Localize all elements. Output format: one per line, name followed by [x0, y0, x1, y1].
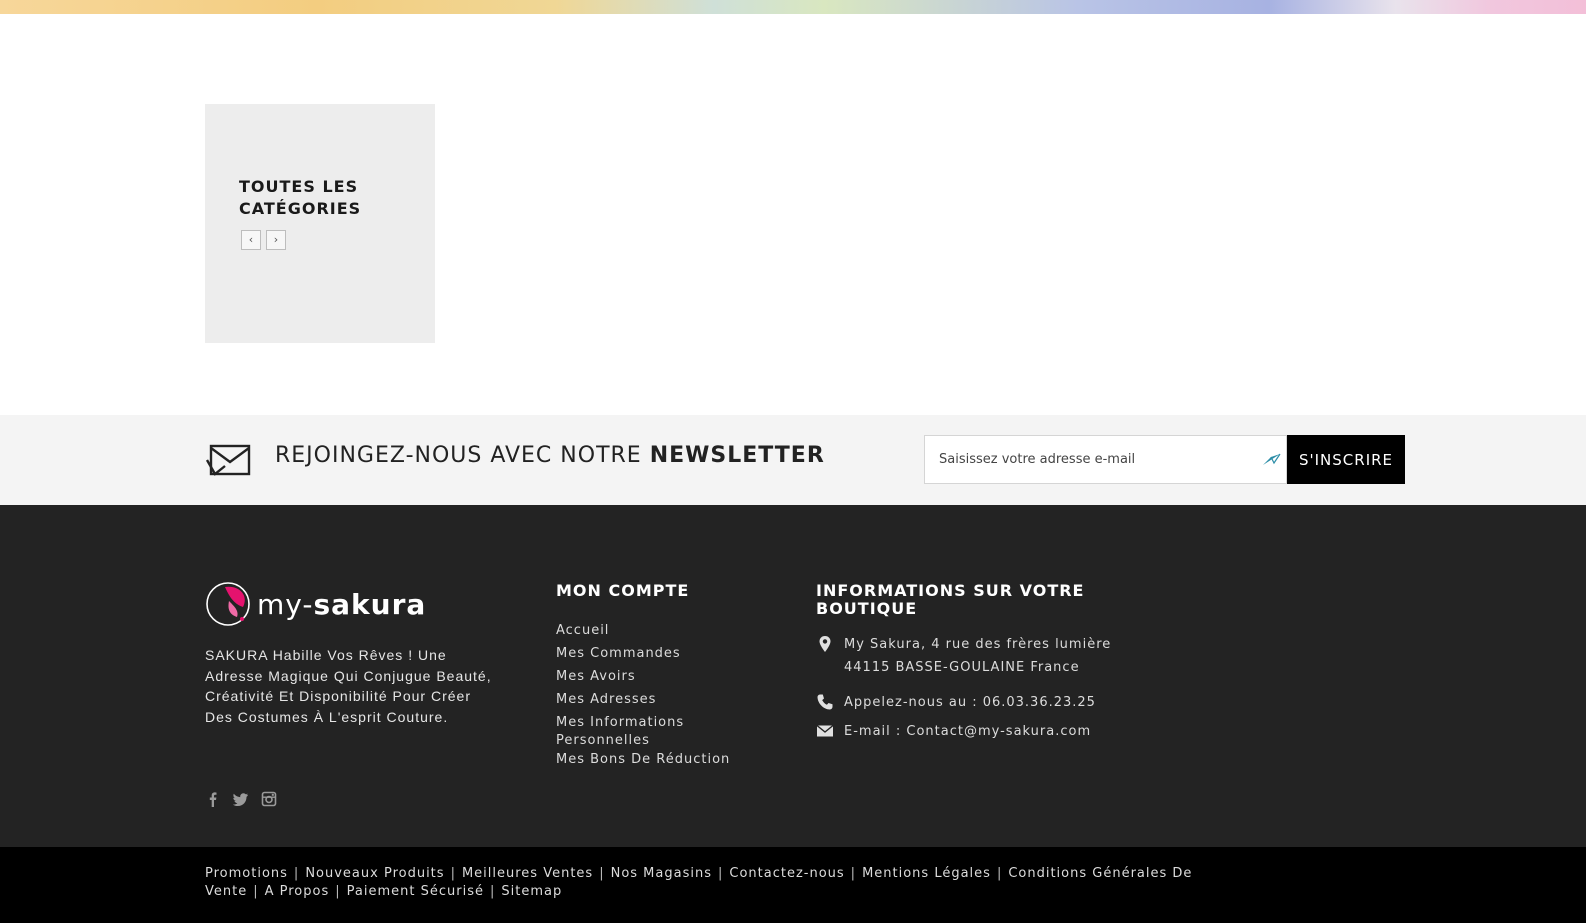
link-legal-notice[interactable]: Mentions Légales: [862, 866, 991, 881]
newsletter-section: REJOINGEZ-NOUS AVEC NOTRE NEWSLETTER S'I…: [0, 415, 1586, 505]
location-pin-icon: [819, 636, 831, 652]
account-links: Accueil Mes Commandes Mes Avoirs Mes Adr…: [556, 619, 746, 769]
footer-bottom-links: Promotions | Nouveaux Produits | Meilleures …: [205, 865, 1265, 901]
mail-icon: [816, 724, 834, 737]
store-address-line1: My Sakura, 4 rue des frères lumière: [844, 637, 1112, 652]
store-email-text[interactable]: E-mail : Contact@my-sakura.com: [844, 720, 1091, 743]
account-link-orders[interactable]: Mes Commandes: [556, 642, 746, 665]
about-text: SAKURA Habille Vos Rêves ! Une Adresse M…: [205, 647, 492, 725]
separator: |: [717, 866, 724, 881]
chevron-right-icon: ›: [273, 233, 279, 246]
store-address: My Sakura, 4 rue des frères lumière 44115…: [816, 633, 1111, 679]
account-link-credits[interactable]: Mes Avoirs: [556, 665, 746, 688]
sakura-logo-icon: [206, 582, 250, 626]
separator: |: [450, 866, 456, 881]
link-secure-payment[interactable]: Paiement Sécurisé: [347, 884, 484, 899]
store-phone: Appelez-nous au : 06.03.36.23.25: [816, 691, 1096, 714]
logo-text-light: my-: [257, 587, 314, 621]
chevron-left-icon: ‹: [248, 233, 254, 246]
footer-bottom-bar: Promotions | Nouveaux Produits | Meilleures …: [0, 847, 1586, 923]
social-links: [205, 791, 277, 807]
hero-banner-bottom-edge: [0, 0, 1586, 14]
categories-title: Toutes les catégories: [239, 177, 362, 218]
link-promotions[interactable]: Promotions: [205, 866, 288, 881]
link-new-products[interactable]: Nouveaux Produits: [305, 866, 444, 881]
footer: my-sakura SAKURA Habille Vos Rêves ! Une…: [0, 505, 1586, 847]
envelope-icon: [205, 444, 251, 476]
carousel-prev-button[interactable]: ‹: [241, 230, 261, 250]
store-phone-text: Appelez-nous au : 06.03.36.23.25: [844, 695, 1096, 710]
twitter-icon[interactable]: [233, 791, 249, 807]
newsletter-heading: REJOINGEZ-NOUS AVEC NOTRE NEWSLETTER: [275, 443, 825, 468]
separator: |: [293, 866, 300, 881]
link-about[interactable]: A Propos: [265, 884, 330, 899]
categories-panel: Toutes les catégories ‹ ›: [205, 104, 435, 343]
account-link-home[interactable]: Accueil: [556, 619, 746, 642]
instagram-icon[interactable]: [261, 791, 277, 807]
account-link-vouchers[interactable]: Mes Bons De Réduction: [556, 751, 746, 769]
carousel-next-button[interactable]: ›: [266, 230, 286, 250]
logo-text-bold: sakura: [313, 587, 427, 621]
separator: |: [489, 884, 496, 899]
store-info-column-title: Informations sur votre boutique: [816, 581, 1085, 618]
account-link-personal-info[interactable]: Mes Informations Personnelles: [556, 711, 746, 751]
separator: |: [850, 866, 857, 881]
store-address-line2: 44115 BASSE-GOULAINE France: [844, 660, 1080, 675]
newsletter-email-input[interactable]: [924, 435, 1287, 484]
link-stores[interactable]: Nos Magasins: [611, 866, 712, 881]
account-link-addresses[interactable]: Mes Adresses: [556, 688, 746, 711]
separator: |: [335, 884, 341, 899]
account-column-title: Mon compte: [556, 581, 690, 600]
link-contact[interactable]: Contactez-nous: [729, 866, 844, 881]
separator: |: [996, 866, 1003, 881]
link-best-sellers[interactable]: Meilleures Ventes: [462, 866, 593, 881]
store-email: E-mail : Contact@my-sakura.com: [816, 720, 1091, 743]
phone-icon: [817, 694, 833, 710]
subscribe-button[interactable]: S'INSCRIRE: [1287, 435, 1405, 484]
logo[interactable]: my-sakura: [205, 581, 426, 627]
paper-plane-icon: [1263, 453, 1281, 465]
facebook-icon[interactable]: [205, 791, 221, 807]
link-sitemap[interactable]: Sitemap: [501, 884, 562, 899]
separator: |: [253, 884, 259, 899]
separator: |: [599, 866, 605, 881]
